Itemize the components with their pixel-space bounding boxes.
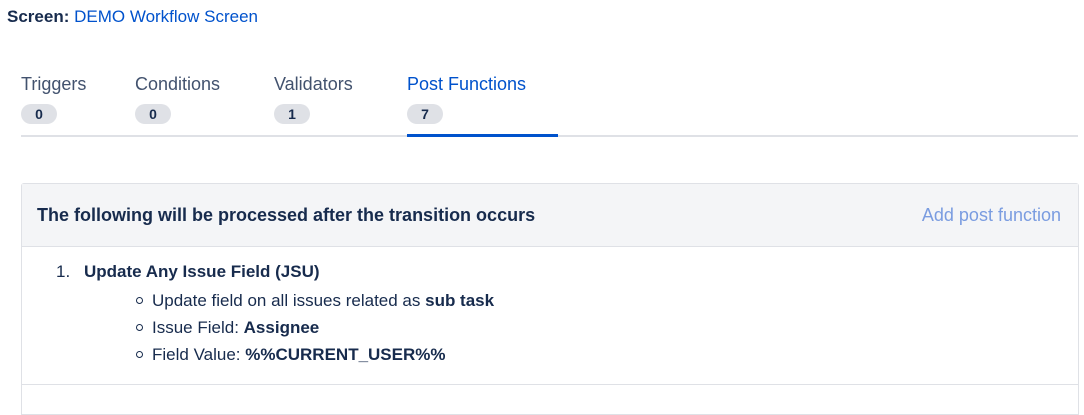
- panel-title: The following will be processed after th…: [37, 205, 536, 225]
- tab-validators[interactable]: Validators 1: [274, 72, 353, 135]
- screen-label: Screen: [7, 7, 64, 26]
- detail-value: Assignee: [243, 318, 320, 337]
- item-number: 1.: [56, 262, 71, 281]
- circle-bullet-icon: [136, 351, 143, 358]
- tab-count-badge: 0: [135, 104, 171, 124]
- screen-link[interactable]: DEMO Workflow Screen: [74, 7, 258, 26]
- circle-bullet-icon: [136, 324, 143, 331]
- detail-text: Field Value:: [152, 345, 246, 364]
- tab-count-badge: 7: [407, 104, 443, 124]
- detail-text: Update field on all issues related as: [152, 291, 426, 310]
- circle-bullet-icon: [136, 297, 143, 304]
- detail-item: Field Value: %%CURRENT_USER%%: [136, 345, 494, 372]
- tab-label: Validators: [274, 74, 353, 94]
- tab-post-functions[interactable]: Post Functions 7: [407, 72, 558, 137]
- post-functions-panel: The following will be processed after th…: [21, 183, 1079, 415]
- detail-text: Issue Field:: [152, 318, 244, 337]
- function-details: Update field on all issues related as su…: [136, 291, 494, 372]
- list-divider: [22, 384, 1078, 385]
- panel-header: The following will be processed after th…: [22, 184, 1078, 247]
- tab-label: Conditions: [135, 74, 221, 94]
- tab-count-badge: 0: [21, 104, 57, 124]
- screen-header: Screen: DEMO Workflow Screen: [7, 7, 258, 27]
- tab-bar: Triggers 0 Conditions 0 Validators 1 Pos…: [21, 72, 1078, 137]
- add-post-function-link[interactable]: Add post function: [922, 205, 1061, 226]
- detail-item: Update field on all issues related as su…: [136, 291, 494, 318]
- tab-conditions[interactable]: Conditions 0: [135, 72, 220, 135]
- tab-label: Post Functions: [407, 74, 527, 94]
- active-tab-indicator: [407, 134, 558, 137]
- function-title: Update Any Issue Field (JSU): [84, 262, 320, 281]
- tab-label: Triggers: [21, 74, 87, 94]
- tab-triggers[interactable]: Triggers 0: [21, 72, 86, 135]
- screen-separator: :: [63, 7, 70, 26]
- detail-value: sub task: [425, 291, 495, 310]
- detail-value: %%CURRENT_USER%%: [245, 345, 446, 364]
- tab-count-badge: 1: [274, 104, 310, 124]
- detail-item: Issue Field: Assignee: [136, 318, 494, 345]
